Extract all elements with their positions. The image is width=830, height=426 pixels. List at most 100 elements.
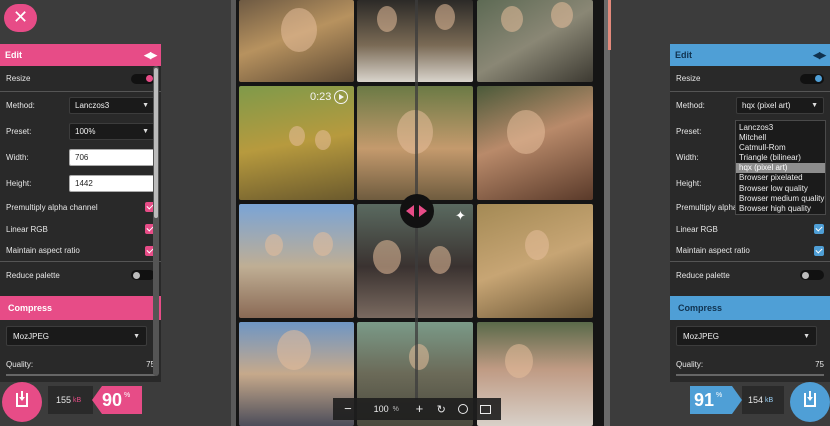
copy-settings-icon[interactable]: ◀▶ — [813, 50, 826, 61]
width-input[interactable]: 706 — [69, 148, 155, 166]
resize-label: Resize — [676, 74, 701, 83]
method-dropdown-list: Lanczos3 Mitchell Catmull-Rom Triangle (… — [735, 120, 826, 215]
resize-toggle[interactable] — [131, 73, 155, 84]
background-toggle-icon[interactable] — [458, 404, 469, 414]
photo-tile — [239, 204, 354, 318]
photo-tile — [239, 0, 354, 82]
right-percent-unit: % — [716, 392, 723, 399]
zoom-in-button[interactable]: + — [410, 399, 428, 419]
right-percent-value: 91 — [694, 389, 715, 410]
sparkle-icon: ✦ — [455, 208, 466, 223]
method-row: Method: hqx (pixel art) ▼ — [670, 92, 830, 118]
photo-tile — [477, 0, 593, 82]
method-option[interactable]: Triangle (bilinear) — [736, 153, 825, 163]
method-option[interactable]: Browser medium quality — [736, 194, 825, 204]
height-input[interactable]: 1442 — [69, 174, 155, 192]
rotate-icon[interactable]: ↻ — [432, 403, 450, 416]
right-file-size: 154 kB — [742, 386, 784, 414]
reduce-palette-label: Reduce palette — [6, 270, 60, 280]
reduce-palette-label: Reduce palette — [676, 270, 730, 280]
codec-value: MozJPEG — [683, 331, 720, 341]
codec-select[interactable]: MozJPEG ▼ — [6, 326, 147, 346]
phone-edge-left — [231, 0, 236, 426]
method-select[interactable]: hqx (pixel art) ▼ — [736, 96, 824, 114]
height-label: Height: — [6, 178, 32, 188]
zoom-value[interactable]: 100 — [361, 404, 389, 414]
photo-tile — [477, 204, 593, 318]
reduce-palette-toggle[interactable] — [800, 270, 824, 280]
chevron-down-icon: ▼ — [811, 101, 818, 109]
quality-value: 75 — [815, 359, 824, 369]
right-compress-header: Compress — [670, 296, 830, 320]
resize-row: Resize — [0, 66, 161, 92]
method-label: Method: — [676, 100, 705, 110]
codec-value: MozJPEG — [13, 331, 50, 341]
method-option[interactable]: Browser high quality — [736, 204, 825, 214]
download-icon — [16, 391, 28, 407]
download-right-button[interactable] — [790, 382, 830, 422]
preset-label: Preset: — [6, 126, 32, 136]
preset-select[interactable]: 100% ▼ — [69, 122, 155, 140]
right-savings-badge: 91 % — [690, 386, 742, 414]
width-row: Width: 706 — [0, 144, 161, 170]
method-option[interactable]: Browser pixelated — [736, 173, 825, 183]
download-left-button[interactable] — [2, 382, 42, 422]
reduce-palette-toggle[interactable] — [131, 270, 155, 280]
reduce-palette-row: Reduce palette — [670, 262, 830, 288]
close-icon: ✕ — [12, 7, 29, 27]
chevron-down-icon: ▼ — [803, 332, 810, 340]
video-duration: 0:23 — [310, 91, 332, 103]
linear-rgb-label: Linear RGB — [676, 224, 718, 234]
left-savings-badge: 90 % — [92, 386, 142, 414]
left-compress-header: Compress — [0, 296, 161, 320]
quality-slider[interactable] — [6, 374, 155, 376]
resize-row: Resize — [670, 66, 830, 92]
method-label: Method: — [6, 100, 35, 110]
left-options-panel: Edit ◀▶ Resize Method: Lanczos3 ▼ Preset… — [0, 44, 161, 382]
right-size-value: 154 — [748, 395, 764, 405]
fit-screen-icon[interactable] — [480, 404, 491, 414]
codec-select[interactable]: MozJPEG ▼ — [676, 326, 817, 346]
aspect-row: Maintain aspect ratio — [670, 240, 830, 262]
play-icon — [334, 90, 348, 104]
height-row: Height: 1442 — [0, 170, 161, 196]
edit-title: Edit — [5, 50, 22, 60]
method-option[interactable]: Mitchell — [736, 133, 825, 143]
preset-row: Preset: 100% ▼ — [0, 118, 161, 144]
left-file-size: 155 kB — [48, 386, 93, 414]
quality-slider[interactable] — [676, 374, 824, 376]
right-edit-header[interactable]: Edit ◀▶ — [670, 44, 830, 66]
method-option[interactable]: hqx (pixel art) — [736, 163, 825, 174]
left-panel-scrollbar[interactable] — [153, 66, 159, 376]
aspect-row: Maintain aspect ratio — [0, 240, 161, 262]
download-icon — [804, 391, 816, 407]
method-option[interactable]: Catmull-Rom — [736, 143, 825, 153]
linear-rgb-checkbox[interactable] — [814, 224, 824, 234]
left-size-unit: kB — [73, 396, 82, 404]
left-percent-value: 90 — [102, 389, 123, 410]
method-row: Method: Lanczos3 ▼ — [0, 92, 161, 118]
left-size-value: 155 — [56, 395, 72, 405]
copy-settings-icon[interactable]: ◀▶ — [144, 50, 157, 61]
method-select[interactable]: Lanczos3 ▼ — [69, 96, 155, 114]
phone-accent-strip — [608, 0, 611, 50]
quality-row[interactable]: Quality: 75 — [670, 352, 830, 376]
resize-label: Resize — [6, 74, 31, 83]
zoom-out-button[interactable]: − — [339, 399, 357, 419]
method-option[interactable]: Lanczos3 — [736, 123, 825, 133]
method-option[interactable]: Browser low quality — [736, 184, 825, 194]
zoom-unit: % — [392, 405, 399, 413]
aspect-checkbox[interactable] — [814, 245, 824, 256]
quality-row[interactable]: Quality: 75 — [0, 352, 161, 376]
zoom-toolbar: − 100 % + ↻ — [333, 398, 501, 420]
close-button[interactable]: ✕ — [4, 4, 37, 32]
premultiply-row: Premultiply alpha channel — [0, 196, 161, 218]
method-value: hqx (pixel art) — [742, 100, 791, 110]
split-handle-icon[interactable] — [400, 194, 434, 228]
linear-rgb-row: Linear RGB — [670, 218, 830, 240]
linear-rgb-label: Linear RGB — [6, 224, 48, 234]
left-edit-header[interactable]: Edit ◀▶ — [0, 44, 161, 66]
left-percent-unit: % — [124, 392, 131, 399]
resize-toggle[interactable] — [800, 73, 824, 84]
arrow-right-icon — [419, 205, 427, 217]
